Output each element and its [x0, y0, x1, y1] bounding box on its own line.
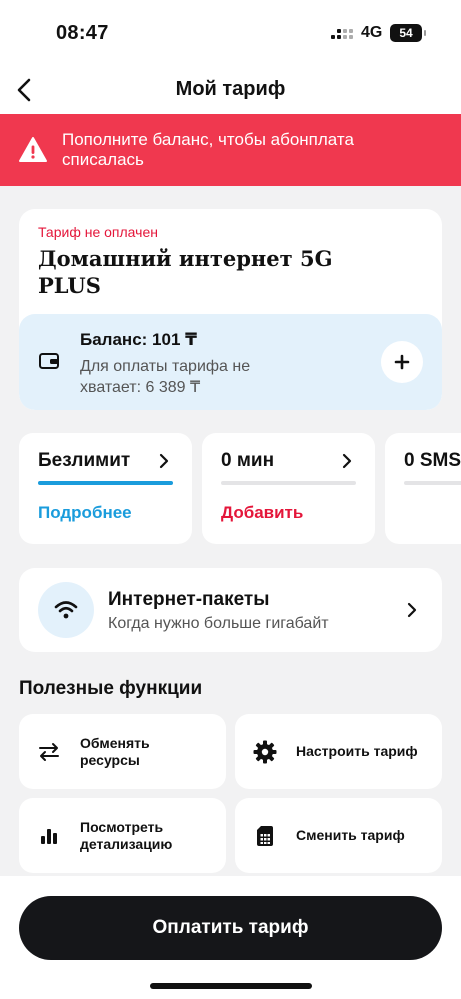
internet-packages-card[interactable]: Интернет-пакеты Когда нужно больше гигаб…	[19, 568, 442, 652]
function-label: Посмотреть детализацию	[80, 818, 173, 852]
home-indicator	[150, 983, 312, 989]
tariff-card: Тариф не оплачен Домашний интернет 5G PL…	[19, 209, 442, 410]
resource-title: 0 SMS	[404, 450, 461, 471]
signal-icon	[331, 27, 353, 41]
status-bar: 08:47 4G 54	[0, 0, 461, 66]
sim-card-icon	[253, 824, 277, 848]
function-label: Сменить тариф	[296, 827, 405, 843]
balance-note: Для оплаты тарифа не хватает: 6 389 ₸	[80, 358, 251, 396]
progress-fill	[38, 481, 173, 485]
resource-progress-bar	[221, 481, 356, 485]
change-tariff-button[interactable]: Сменить тариф	[235, 798, 442, 873]
gear-icon	[253, 740, 277, 764]
resource-progress-bar	[38, 481, 173, 485]
details-link[interactable]: Подробнее	[38, 503, 132, 523]
resources-row: Безлимит Подробнее 0 мин Добавить 0 SMS	[19, 433, 461, 544]
resource-title: Безлимит	[38, 450, 131, 471]
battery-icon: 54	[390, 24, 426, 42]
nav-bar: Мой тариф	[0, 66, 461, 114]
tariff-name: Домашний интернет 5G PLUS	[38, 246, 333, 298]
status-time: 08:47	[56, 22, 109, 44]
wifi-icon	[54, 601, 78, 619]
tariff-status: Тариф не оплачен	[38, 224, 158, 240]
page-title: Мой тариф	[175, 78, 286, 100]
warning-icon	[19, 137, 47, 162]
pay-tariff-button[interactable]: Оплатить тариф	[19, 896, 442, 960]
function-label: Настроить тариф	[296, 743, 418, 759]
bar-chart-icon	[37, 824, 61, 848]
resource-card-sms[interactable]: 0 SMS	[385, 433, 461, 544]
plus-icon	[394, 354, 410, 370]
topup-button[interactable]	[381, 341, 423, 383]
balance-amount: Баланс: 101 ₸	[80, 330, 197, 349]
wallet-icon	[39, 353, 59, 369]
chevron-right-icon	[407, 602, 417, 618]
chevron-right-icon	[159, 453, 169, 469]
network-type: 4G	[361, 24, 383, 41]
view-details-button[interactable]: Посмотреть детализацию	[19, 798, 226, 873]
resource-progress-bar	[404, 481, 461, 485]
packages-title: Интернет-пакеты	[108, 589, 270, 610]
alert-text: Пополните баланс, чтобы абонплата списал…	[62, 130, 354, 169]
configure-tariff-button[interactable]: Настроить тариф	[235, 714, 442, 789]
alert-banner: Пополните баланс, чтобы абонплата списал…	[0, 114, 461, 186]
add-link[interactable]: Добавить	[221, 503, 303, 523]
section-title: Полезные функции	[19, 678, 203, 699]
resource-card-minutes[interactable]: 0 мин Добавить	[202, 433, 375, 544]
resource-title: 0 мин	[221, 450, 275, 471]
packages-subtitle: Когда нужно больше гигабайт	[108, 615, 329, 632]
wifi-icon-badge	[38, 582, 94, 638]
exchange-resources-button[interactable]: Обменять ресурсы	[19, 714, 226, 789]
exchange-icon	[37, 740, 61, 764]
function-label: Обменять ресурсы	[80, 734, 150, 768]
resource-card-internet[interactable]: Безлимит Подробнее	[19, 433, 192, 544]
chevron-right-icon	[342, 453, 352, 469]
balance-block: Баланс: 101 ₸ Для оплаты тарифа не хвата…	[19, 314, 442, 410]
